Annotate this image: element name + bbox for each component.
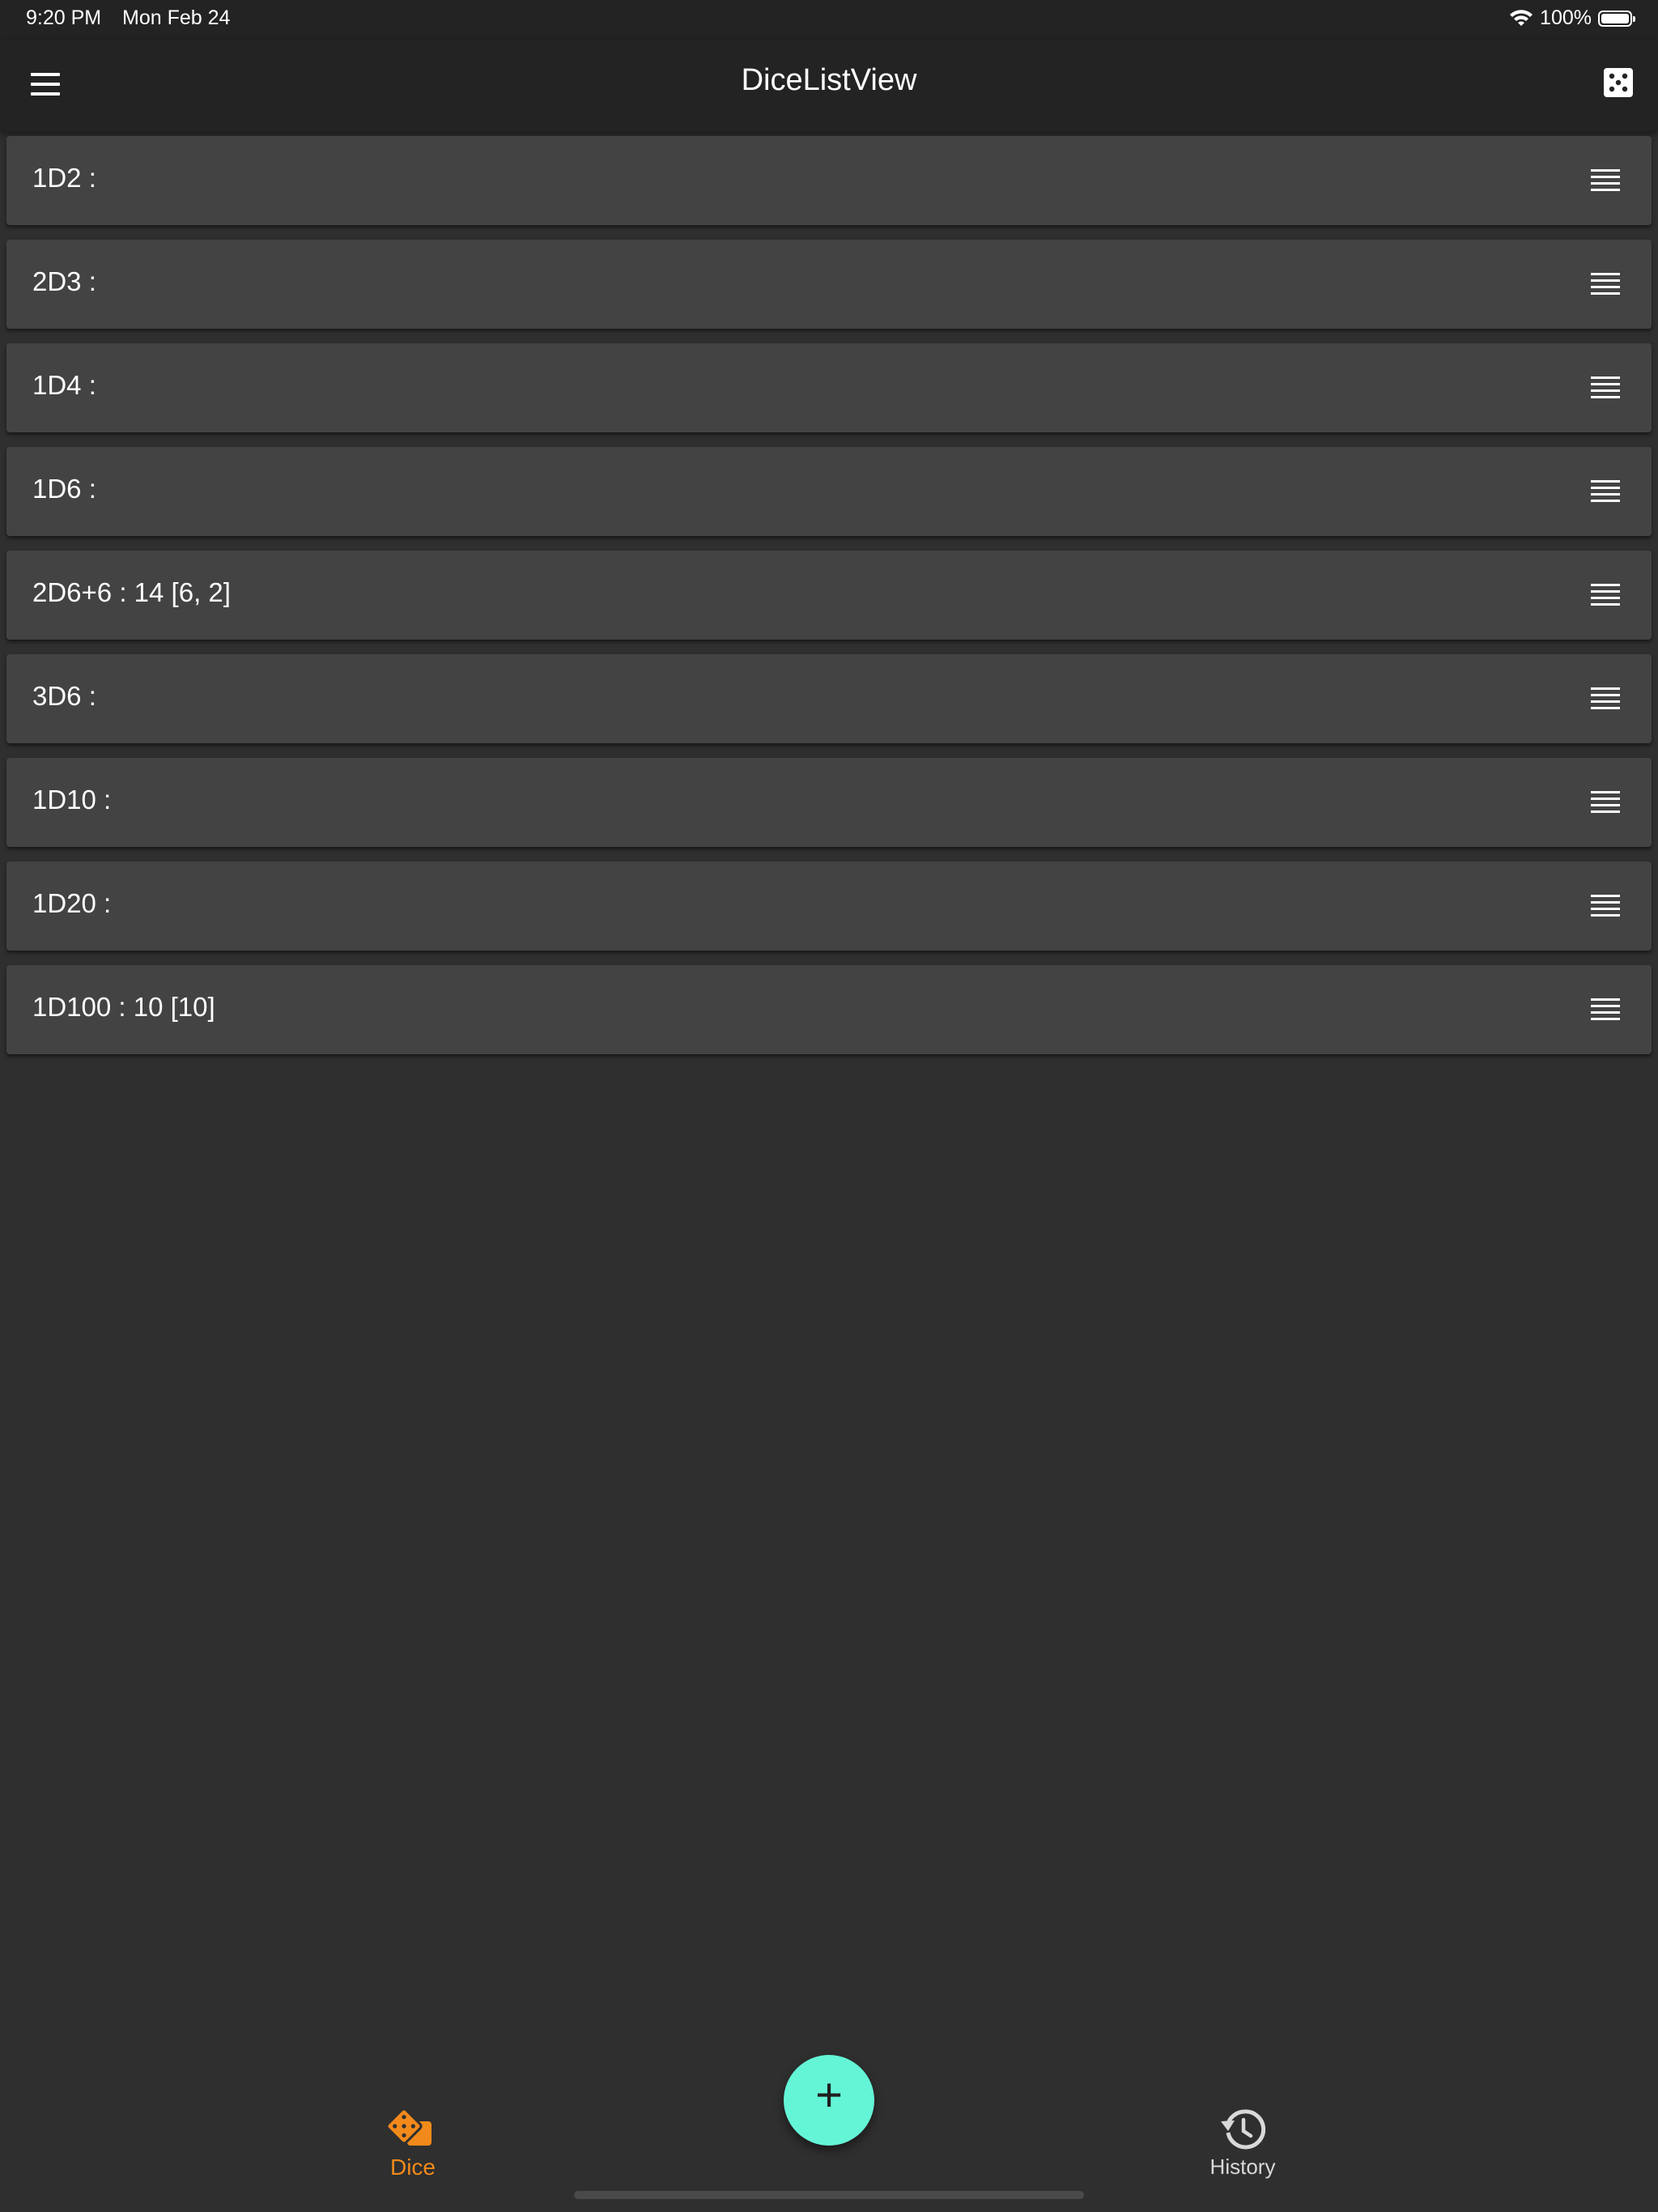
list-item[interactable]: 2D6+6 : 14 [6, 2]: [6, 551, 1652, 640]
history-icon: [1221, 2109, 1266, 2150]
list-item[interactable]: 1D100 : 10 [10]: [6, 965, 1652, 1054]
drag-handle-icon[interactable]: [1591, 273, 1620, 297]
battery-icon: [1598, 10, 1635, 27]
list-item[interactable]: 1D6 :: [6, 447, 1652, 536]
status-time: 9:20 PM: [26, 6, 102, 29]
plus-icon: +: [815, 2069, 843, 2121]
dice-label: 3D6 :: [32, 681, 96, 711]
dice-label: 1D100 : 10 [10]: [32, 992, 215, 1022]
drag-handle-icon[interactable]: [1591, 376, 1620, 401]
drag-handle-icon[interactable]: [1591, 998, 1620, 1023]
drag-handle-icon[interactable]: [1591, 687, 1620, 712]
home-indicator: [574, 2191, 1084, 2199]
dice-list: 1D2 : 2D3 : 1D4 : 1D6 : 2D6+6 : 14 [6, 2…: [6, 136, 1652, 1069]
nav-dice-label: Dice: [389, 2155, 436, 2180]
app-bar: DiceListView: [0, 39, 1658, 131]
drag-handle-icon[interactable]: [1591, 169, 1620, 194]
add-dice-button[interactable]: +: [784, 2055, 874, 2146]
dice-label: 2D6+6 : 14 [6, 2]: [32, 577, 231, 607]
dice-label: 1D10 :: [32, 785, 112, 815]
dice-label: 2D3 :: [32, 266, 96, 296]
drag-handle-icon[interactable]: [1591, 480, 1620, 504]
list-item[interactable]: 1D10 :: [6, 758, 1652, 847]
list-item[interactable]: 1D4 :: [6, 343, 1652, 432]
list-item[interactable]: 1D20 :: [6, 861, 1652, 951]
list-item[interactable]: 1D2 :: [6, 136, 1652, 225]
wifi-icon: [1510, 9, 1533, 26]
status-date: Mon Feb 24: [122, 6, 231, 29]
drag-handle-icon[interactable]: [1591, 791, 1620, 815]
nav-tab-dice[interactable]: Dice: [372, 2108, 453, 2180]
dice-label: 1D2 :: [32, 163, 96, 193]
dice-label: 1D4 :: [32, 370, 96, 400]
page-title: DiceListView: [741, 63, 917, 97]
dice-pair-icon: [385, 2108, 432, 2146]
drag-handle-icon[interactable]: [1591, 584, 1620, 608]
dice-label: 1D20 :: [32, 888, 112, 918]
dice-icon[interactable]: [1604, 68, 1633, 97]
nav-tab-history[interactable]: History: [1198, 2108, 1287, 2180]
nav-history-label: History: [1209, 2155, 1276, 2179]
status-right: 100%: [1509, 6, 1635, 30]
status-bar: 9:20 PM Mon Feb 24 100%: [0, 0, 1658, 39]
list-item[interactable]: 3D6 :: [6, 654, 1652, 743]
list-item[interactable]: 2D3 :: [6, 240, 1652, 329]
battery-percent: 100%: [1540, 6, 1592, 29]
dice-label: 1D6 :: [32, 474, 96, 504]
drag-handle-icon[interactable]: [1591, 895, 1620, 919]
